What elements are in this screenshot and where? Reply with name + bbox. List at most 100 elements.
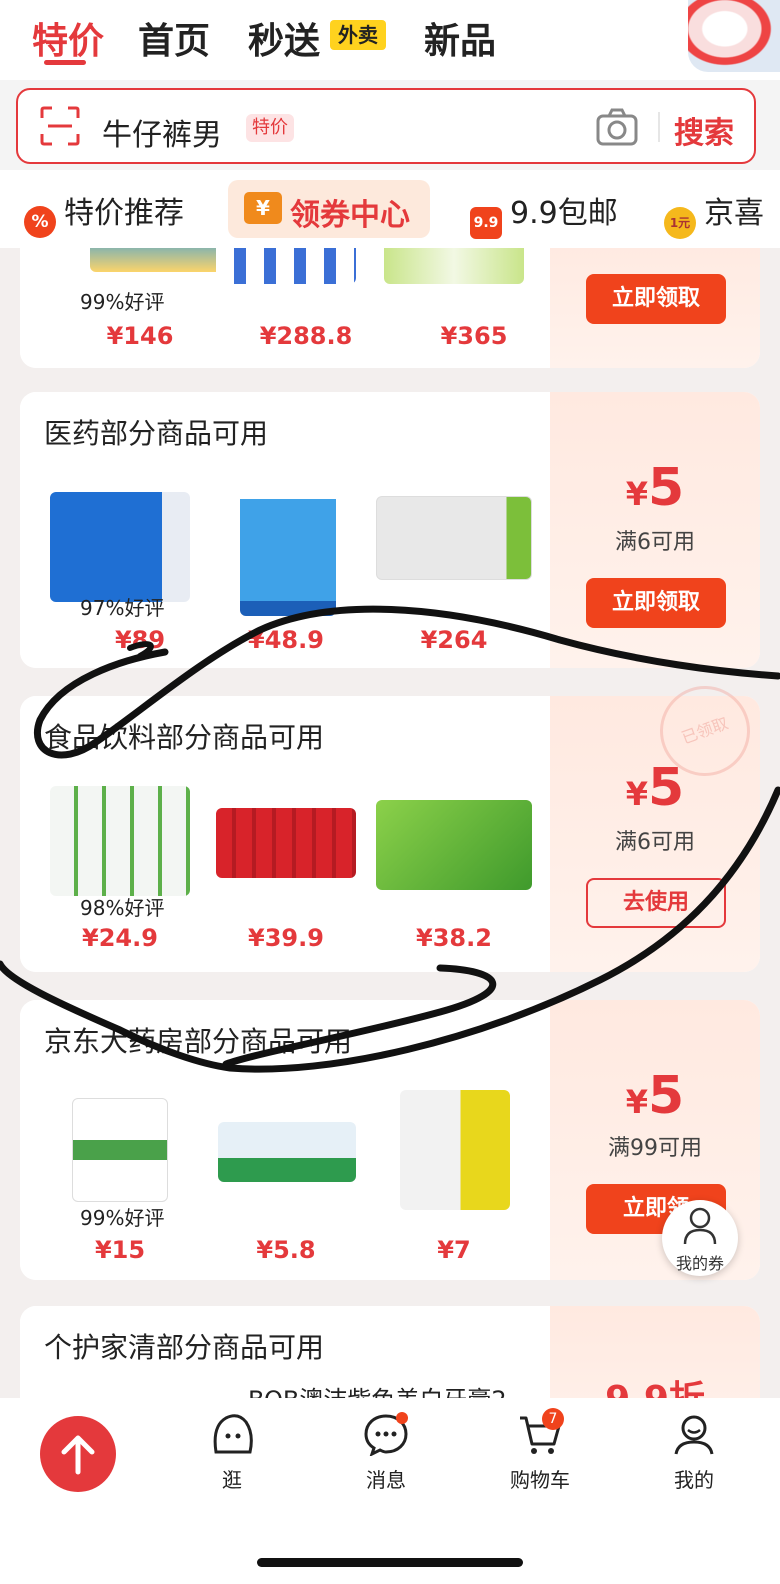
coupon-condition: 满6可用 xyxy=(615,830,695,855)
scan-icon[interactable] xyxy=(40,106,80,146)
nav-label: 我的 xyxy=(674,1468,714,1492)
coupon-amount: ¥5 xyxy=(625,758,685,818)
product-image[interactable] xyxy=(384,248,524,284)
product-price: ¥365 xyxy=(440,322,508,350)
notification-dot xyxy=(396,1412,408,1424)
product-image[interactable] xyxy=(376,496,532,580)
cat-jingxi[interactable]: 1元 京喜 xyxy=(664,188,764,239)
coupon-value-panel: ¥5 满6可用 立即领取 xyxy=(550,392,760,668)
ticket-icon: ¥ xyxy=(244,192,282,224)
product-image[interactable] xyxy=(72,1098,168,1202)
my-coupons-label: 我的券 xyxy=(675,1254,724,1273)
nav-label: 逛 xyxy=(222,1468,242,1492)
cart-count-badge: 7 xyxy=(542,1408,564,1430)
coupon-products: 食品饮料部分商品可用 98%好评 ¥24.9 ¥39.9 ¥38.2 xyxy=(20,696,550,972)
coupon-condition: 满6可用 xyxy=(615,530,695,555)
product-price: ¥39.9 xyxy=(248,924,324,952)
cat-label: 领券中心 xyxy=(290,198,410,233)
search-input[interactable]: 牛仔裤男 xyxy=(102,110,222,154)
nav-messages[interactable]: 消息 xyxy=(336,1412,436,1493)
product-price: ¥5.8 xyxy=(256,1236,316,1264)
coupon-card: 食品饮料部分商品可用 98%好评 ¥24.9 ¥39.9 ¥38.2 已领取 ¥… xyxy=(20,673,763,972)
my-coupons-button[interactable]: 我的券 xyxy=(662,1200,738,1276)
product-price: ¥146 xyxy=(106,322,174,350)
cat-label: 京喜 xyxy=(704,196,764,231)
cat-99-baoyou[interactable]: 9.9 9.9包邮 xyxy=(470,188,618,239)
coupon-title: 医药部分商品可用 xyxy=(44,417,269,450)
coupon-products: 个护家清部分商品可用 BOB澳洁紫色美白牙膏2 xyxy=(20,1306,550,1398)
nav-label: 购物车 xyxy=(510,1468,570,1492)
product-rating: 98%好评 xyxy=(80,896,165,920)
product-name: BOB澳洁紫色美白牙膏2 xyxy=(248,1380,507,1398)
percent-icon: % xyxy=(24,206,56,238)
coupon-condition: 满99可用 xyxy=(608,1136,702,1161)
home-indicator xyxy=(257,1558,523,1567)
tab-miaosong[interactable]: 秒送 xyxy=(248,12,320,64)
claim-button[interactable]: 立即领取 xyxy=(586,578,726,628)
product-rating: 97%好评 xyxy=(80,596,165,620)
product-rating: 99%好评 xyxy=(80,1206,165,1230)
product-price: ¥24.9 xyxy=(82,924,158,952)
promo-thumbnail[interactable] xyxy=(688,0,780,72)
coupon-value-panel: 9.9折 xyxy=(550,1306,760,1398)
coupon-products: 医药部分商品可用 97%好评 ¥89 ¥48.9 ¥264 xyxy=(20,392,550,668)
category-strip: % 特价推荐 ¥ 领券中心 9.9 9.9包邮 1元 京喜 xyxy=(0,170,780,248)
person-icon xyxy=(674,1415,714,1455)
product-rating: 99%好评 xyxy=(80,290,165,314)
product-price: ¥48.9 xyxy=(248,626,324,654)
cat-label: 特价推荐 xyxy=(64,196,184,231)
claim-button[interactable]: 立即领取 xyxy=(586,274,726,324)
product-image[interactable] xyxy=(376,800,532,890)
coupon-card: 京东大药房部分商品可用 99%好评 ¥15 ¥5.8 ¥7 ¥5 满99可用 立… xyxy=(20,1000,760,1280)
coupon-title: 个护家清部分商品可用 xyxy=(44,1331,325,1364)
product-image[interactable] xyxy=(240,466,336,616)
coupon-title: 食品饮料部分商品可用 xyxy=(44,721,325,754)
nav-cart[interactable]: 7 购物车 xyxy=(490,1408,590,1493)
tab-new[interactable]: 新品 xyxy=(424,12,496,64)
cat-coupon-center[interactable]: ¥ 领券中心 xyxy=(228,180,430,238)
nav-label: 消息 xyxy=(366,1468,406,1492)
product-price: ¥89 xyxy=(114,626,166,654)
product-price: ¥288.8 xyxy=(259,322,353,350)
product-image[interactable] xyxy=(50,786,190,896)
product-price: ¥38.2 xyxy=(416,924,492,952)
user-icon xyxy=(683,1207,717,1245)
coupon-value-panel: 立即领取 xyxy=(550,248,760,368)
coupon-card: 个护家清部分商品可用 BOB澳洁紫色美白牙膏2 9.9折 xyxy=(20,1306,760,1398)
cat-tejia-tuijian[interactable]: % 特价推荐 xyxy=(24,188,184,238)
nav-guang[interactable]: 逛 xyxy=(182,1412,282,1493)
coupon-amount: ¥5 xyxy=(625,458,685,518)
coupon-card: 99%好评 ¥146 ¥288.8 ¥365 立即领取 xyxy=(20,248,760,368)
search-button[interactable]: 搜索 xyxy=(674,108,734,152)
active-tab-underline xyxy=(44,60,86,65)
arrow-up-icon xyxy=(61,1435,95,1475)
product-image[interactable] xyxy=(216,808,356,878)
product-image[interactable] xyxy=(218,1122,356,1182)
back-to-top-button[interactable] xyxy=(40,1416,116,1492)
coupon-card: 医药部分商品可用 97%好评 ¥89 ¥48.9 ¥264 ¥5 满6可用 立即… xyxy=(20,392,760,668)
coupon-products: 99%好评 ¥146 ¥288.8 ¥365 xyxy=(20,248,550,368)
nav-me[interactable]: 我的 xyxy=(644,1412,744,1493)
bottom-nav: 逛 消息 7 购物车 我的 xyxy=(0,1398,780,1584)
product-image[interactable] xyxy=(50,492,190,602)
camera-icon[interactable] xyxy=(596,108,638,146)
coupon-amount: 9.9折 xyxy=(550,1370,760,1398)
coupon-value-panel: 已领取 ¥5 满6可用 去使用 xyxy=(550,673,763,972)
coupon-products: 京东大药房部分商品可用 99%好评 ¥15 ¥5.8 ¥7 xyxy=(20,1000,550,1280)
nine-nine-icon: 9.9 xyxy=(470,207,502,239)
product-image[interactable] xyxy=(400,1090,510,1210)
product-price: ¥15 xyxy=(94,1236,146,1264)
product-image[interactable] xyxy=(216,248,356,284)
product-price: ¥7 xyxy=(437,1236,471,1264)
use-button[interactable]: 去使用 xyxy=(586,878,726,928)
tab-home[interactable]: 首页 xyxy=(138,12,210,64)
tab-tejia[interactable]: 特价 xyxy=(32,12,104,64)
coupon-amount: ¥5 xyxy=(625,1066,685,1126)
face-icon xyxy=(213,1414,253,1454)
search-bar[interactable]: 牛仔裤男 特价 搜索 xyxy=(16,88,756,164)
cat-label: 9.9包邮 xyxy=(510,196,618,231)
product-image[interactable] xyxy=(90,248,230,272)
product-price: ¥264 xyxy=(420,626,488,654)
one-yuan-icon: 1元 xyxy=(664,207,696,239)
waimai-badge: 外卖 xyxy=(330,20,386,50)
